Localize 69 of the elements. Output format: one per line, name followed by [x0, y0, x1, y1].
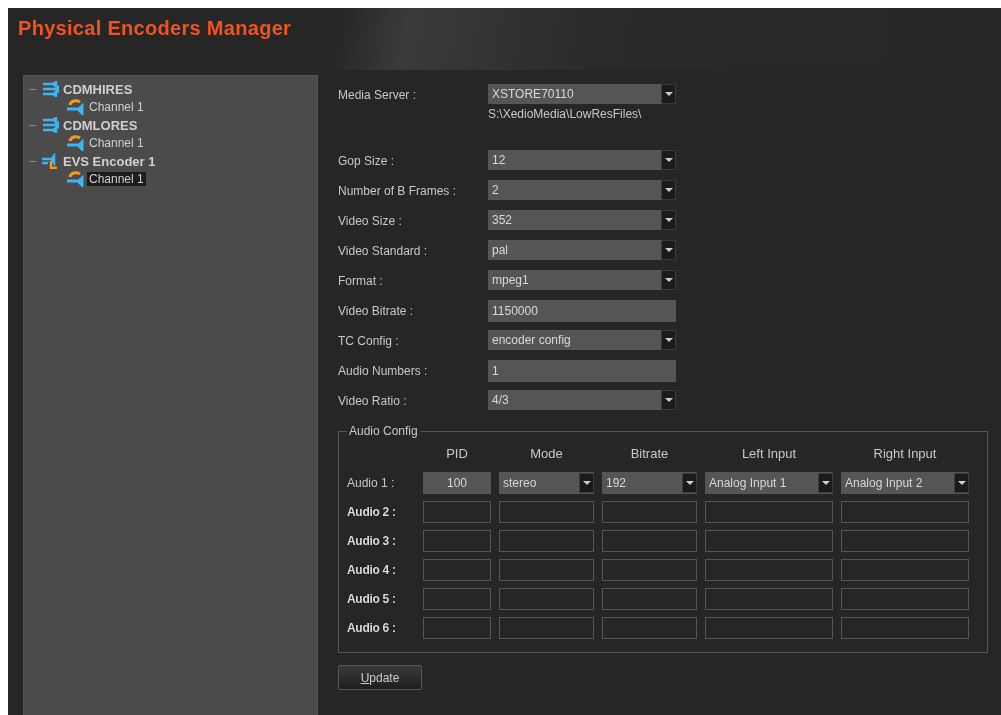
- tree-node-label[interactable]: CDMLORES: [63, 117, 138, 133]
- row-label: Audio 1 :: [347, 475, 396, 490]
- encoder-icon: [41, 153, 59, 169]
- input-field[interactable]: 1150000: [488, 300, 676, 322]
- window-title: Physical Encoders Manager: [18, 17, 292, 39]
- field-label: Video Size :: [338, 213, 403, 228]
- disabled-field: [423, 558, 491, 581]
- dropdown-caret-icon: [664, 278, 673, 282]
- field-label: Media Server :: [338, 87, 418, 102]
- field-label: Audio Numbers :: [338, 363, 429, 378]
- field-label: Video Standard :: [338, 243, 429, 258]
- tree-item[interactable]: Channel 1: [87, 136, 146, 150]
- dropdown-caret-icon: [664, 92, 673, 96]
- row-label: Audio 3 :: [347, 533, 397, 548]
- tree-node-label[interactable]: EVS Encoder 1: [63, 153, 156, 169]
- column-header: Left Input: [740, 445, 798, 461]
- disabled-field: [423, 529, 491, 552]
- dropdown-caret-icon: [664, 398, 673, 402]
- dropdown[interactable]: encoder config: [488, 330, 676, 350]
- dropdown[interactable]: Analog Input 2: [841, 471, 969, 494]
- dropdown[interactable]: 4/3: [488, 390, 676, 410]
- input-field[interactable]: 1: [488, 360, 676, 382]
- channel-icon: [66, 135, 84, 151]
- dropdown[interactable]: 2: [488, 180, 676, 200]
- dropdown-caret-icon: [957, 480, 966, 485]
- group-title: Audio Config: [348, 424, 419, 438]
- row-label: Audio 2 :: [347, 504, 397, 519]
- dropdown-caret-icon: [664, 248, 673, 252]
- dropdown-caret-icon: [664, 188, 673, 192]
- channel-icon: [66, 171, 84, 187]
- field-label: TC Config :: [338, 333, 400, 348]
- tree-item[interactable]: Channel 1: [87, 172, 146, 186]
- dropdown-caret-icon: [821, 480, 830, 485]
- tree-node-label[interactable]: CDMHIRES: [63, 81, 133, 97]
- dropdown[interactable]: 12: [488, 150, 676, 170]
- server-icon: [41, 81, 59, 97]
- tree-item[interactable]: Channel 1: [87, 100, 146, 114]
- column-header: PID: [445, 445, 469, 461]
- dropdown-caret-icon: [664, 158, 673, 162]
- column-header: Bitrate: [629, 445, 670, 461]
- row-label: Audio 4 :: [347, 562, 397, 577]
- server-path: S:\XedioMedia\LowResFiles\: [488, 107, 643, 121]
- column-header: Right Input: [872, 445, 938, 461]
- media-server-dropdown[interactable]: XSTORE70110: [488, 84, 676, 104]
- field-label: Video Ratio :: [338, 393, 408, 408]
- dropdown[interactable]: 352: [488, 210, 676, 230]
- dropdown[interactable]: pal: [488, 240, 676, 260]
- dropdown[interactable]: mpeg1: [488, 270, 676, 290]
- disabled-field: [423, 587, 491, 610]
- dropdown[interactable]: stereo: [499, 471, 594, 494]
- column-header: Mode: [529, 445, 564, 461]
- disabled-field: [423, 616, 491, 639]
- field-label: Format :: [338, 273, 384, 288]
- disabled-field: [423, 500, 491, 523]
- row-label: Audio 6 :: [347, 620, 397, 635]
- row-label: Audio 5 :: [347, 591, 397, 606]
- field-label: Gop Size :: [338, 153, 396, 168]
- dropdown-caret-icon: [685, 480, 694, 485]
- dropdown[interactable]: 192: [602, 471, 697, 494]
- channel-icon: [66, 99, 84, 115]
- dropdown-caret-icon: [664, 338, 673, 342]
- field-label: Number of B Frames :: [338, 183, 458, 198]
- field-label: Video Bitrate :: [338, 303, 415, 318]
- dropdown-caret-icon: [664, 218, 673, 222]
- server-icon: [41, 117, 59, 133]
- update-button[interactable]: Update: [338, 665, 422, 690]
- dropdown-caret-icon: [582, 480, 591, 485]
- dropdown[interactable]: Analog Input 1: [705, 471, 833, 494]
- pid-field[interactable]: 100: [423, 471, 491, 494]
